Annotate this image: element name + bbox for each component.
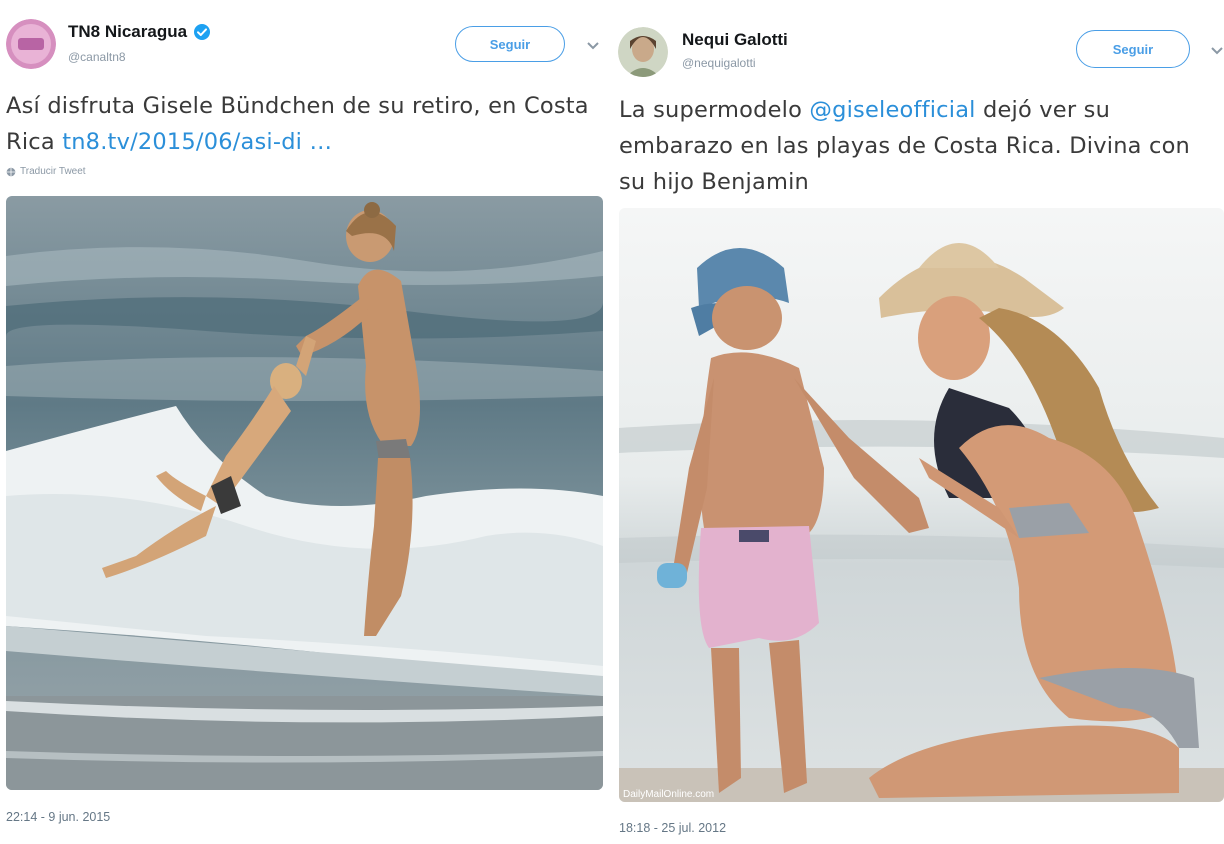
avatar[interactable] [6, 19, 56, 69]
tweet-text-body: La supermodelo [619, 97, 810, 123]
chevron-down-icon[interactable] [586, 41, 600, 51]
tweet-text: Así disfruta Gisele Bündchen de su retir… [6, 88, 596, 160]
tweet-photo[interactable] [6, 196, 603, 790]
display-name[interactable]: TN8 Nicaragua [68, 22, 187, 42]
tweet-card-nequi: Nequi Galotti @nequigalotti Seguir La su… [612, 0, 1224, 844]
tweet-card-tn8: TN8 Nicaragua @canaltn8 Seguir Así disfr… [0, 0, 610, 844]
globe-icon [6, 167, 16, 176]
beach-mother-child-photo: DailyMailOnline.com [619, 208, 1224, 802]
tweet-text: La supermodelo @giseleofficial dejó ver … [619, 92, 1219, 200]
tweet-mention[interactable]: @giseleofficial [809, 97, 975, 123]
avatar-image [6, 19, 56, 69]
translate-label: Traducir Tweet [20, 166, 86, 177]
display-name[interactable]: Nequi Galotti [682, 30, 788, 50]
user-handle[interactable]: @canaltn8 [68, 50, 126, 64]
tweet-link-ellipsis: … [302, 129, 333, 155]
beach-surf-photo [6, 196, 603, 790]
avatar[interactable] [618, 27, 668, 77]
avatar-image [618, 27, 668, 77]
photo-credit: DailyMailOnline.com [623, 789, 714, 800]
tweet-timestamp[interactable]: 18:18 - 25 jul. 2012 [619, 821, 726, 835]
tweet-link[interactable]: tn8.tv/2015/06/asi-di [62, 129, 302, 155]
verified-badge-icon [194, 24, 211, 40]
tweet-timestamp[interactable]: 22:14 - 9 jun. 2015 [6, 810, 110, 824]
follow-button[interactable]: Seguir [455, 26, 565, 62]
follow-button[interactable]: Seguir [1076, 30, 1190, 68]
user-handle[interactable]: @nequigalotti [682, 56, 756, 70]
chevron-down-icon[interactable] [1210, 46, 1224, 56]
tweet-photo[interactable]: DailyMailOnline.com [619, 208, 1224, 802]
translate-tweet[interactable]: Traducir Tweet [6, 166, 86, 177]
